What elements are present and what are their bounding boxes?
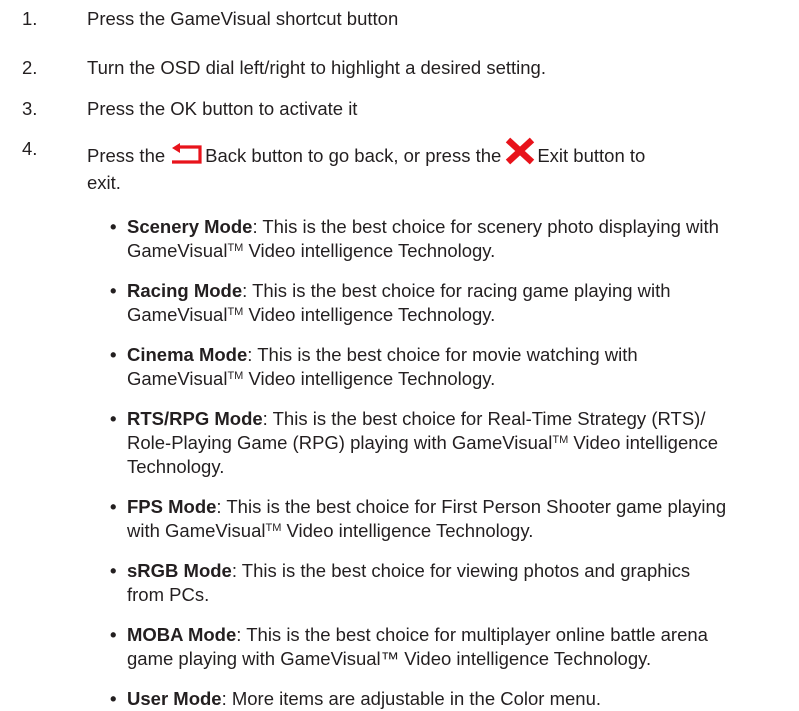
mode-description-cont: Video intelligence: [568, 432, 719, 453]
step-text: Press the GameVisual shortcut button: [87, 8, 399, 29]
step-text: Press the Back button to go back, or pres…: [87, 137, 787, 195]
bullet-icon: •: [110, 408, 117, 429]
mode-description: : This is the best choice for First Pers…: [216, 496, 727, 517]
step-text-part: Exit button to: [537, 145, 646, 166]
mode-description-cont: Video intelligence Technology.: [243, 368, 496, 389]
mode-description-cont: GameVisual: [127, 240, 228, 261]
manual-page: 1. Press the GameVisual shortcut button …: [0, 0, 799, 709]
bullet-icon: •: [110, 280, 117, 301]
mode-name: RTS/RPG Mode: [127, 408, 263, 429]
trademark-mark: TM: [552, 434, 569, 446]
bullet-icon: •: [110, 216, 117, 237]
back-arrow-icon: [169, 143, 203, 171]
mode-name: MOBA Mode: [127, 624, 237, 645]
mode-description: : This is the best choice for multiplaye…: [236, 624, 708, 645]
mode-description: : This is the best choice for Real-Time …: [262, 408, 706, 429]
mode-description-cont: game playing with GameVisual™ Video inte…: [127, 648, 652, 669]
mode-name: Scenery Mode: [127, 216, 253, 237]
bullet-icon: •: [110, 624, 117, 645]
mode-name: FPS Mode: [127, 496, 217, 517]
trademark-mark: TM: [227, 370, 244, 382]
mode-description-cont: Technology.: [127, 456, 225, 477]
mode-description: : This is the best choice for racing gam…: [242, 280, 671, 301]
mode-description-cont: from PCs.: [127, 584, 210, 605]
bullet-icon: •: [110, 344, 117, 365]
step-number: 4.: [22, 138, 38, 159]
mode-name: Racing Mode: [127, 280, 243, 301]
mode-description: : More items are adjustable in the Color…: [221, 688, 602, 709]
mode-description-cont: with GameVisual: [127, 520, 266, 541]
bullet-icon: •: [110, 560, 117, 581]
step-text-part: Press the: [87, 145, 166, 166]
trademark-mark: TM: [265, 522, 282, 534]
mode-description-cont: Role-Playing Game (RPG) playing with Gam…: [127, 432, 553, 453]
step-number: 3.: [22, 98, 38, 119]
mode-name: Cinema Mode: [127, 344, 248, 365]
mode-name: User Mode: [127, 688, 222, 709]
mode-description: : This is the best choice for movie watc…: [247, 344, 638, 365]
mode-description-cont: GameVisual: [127, 304, 228, 325]
mode-description-cont: Video intelligence Technology.: [281, 520, 534, 541]
step-number: 2.: [22, 57, 38, 78]
bullet-icon: •: [110, 688, 117, 709]
mode-name: sRGB Mode: [127, 560, 232, 581]
step-text-part: Back button to go back, or press the: [205, 145, 502, 166]
step-text: Press the OK button to activate it: [87, 98, 358, 119]
mode-description: : This is the best choice for scenery ph…: [252, 216, 719, 237]
step-number: 1.: [22, 8, 38, 29]
step-text: Turn the OSD dial left/right to highligh…: [87, 57, 546, 78]
step-text-wrap: exit.: [87, 172, 121, 193]
bullet-icon: •: [110, 496, 117, 517]
mode-description: : This is the best choice for viewing ph…: [231, 560, 691, 581]
trademark-mark: TM: [227, 306, 244, 318]
mode-description-cont: Video intelligence Technology.: [243, 240, 496, 261]
trademark-mark: TM: [227, 242, 244, 254]
mode-description-cont: Video intelligence Technology.: [243, 304, 496, 325]
mode-description-cont: GameVisual: [127, 368, 228, 389]
close-icon: [505, 137, 535, 171]
